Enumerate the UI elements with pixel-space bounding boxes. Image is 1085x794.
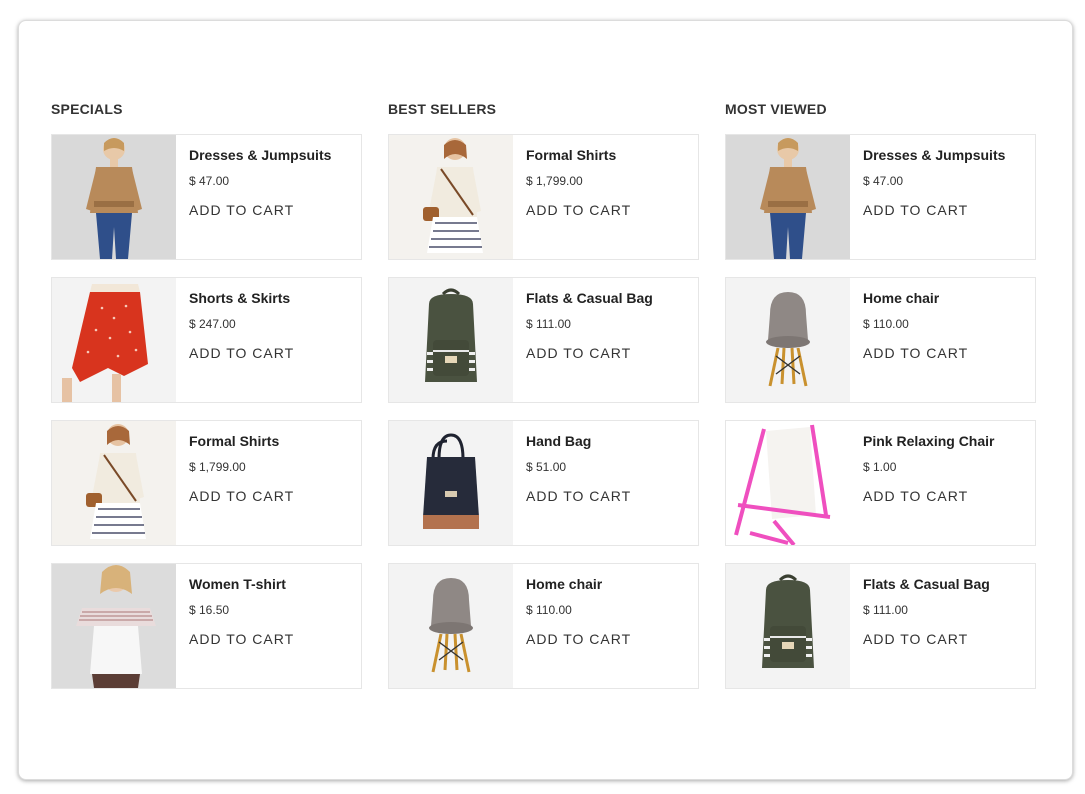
green-backpack-image <box>389 278 513 402</box>
product-price: $ 1.00 <box>863 460 897 474</box>
product-price: $ 47.00 <box>863 174 904 188</box>
product-card[interactable]: Formal Shirts $ 1,799.00 ADD TO CART <box>388 134 699 260</box>
add-to-cart-button[interactable]: ADD TO CART <box>863 202 968 218</box>
product-columns: SPECIALS Dresses & Jumpsuits $ 47.00 ADD T… <box>51 101 1036 706</box>
product-card[interactable]: Dresses & Jumpsuits $ 47.00 ADD TO CART <box>725 134 1036 260</box>
black-tote-bag-image <box>389 421 513 545</box>
product-name[interactable]: Dresses & Jumpsuits <box>189 147 331 174</box>
product-info: Home chair $ 110.00 ADD TO CART <box>850 278 968 402</box>
product-image[interactable] <box>389 564 513 688</box>
grey-chair-image <box>726 278 850 402</box>
product-card[interactable]: Home chair $ 110.00 ADD TO CART <box>388 563 699 689</box>
product-price: $ 110.00 <box>526 603 572 617</box>
add-to-cart-button[interactable]: ADD TO CART <box>189 488 294 504</box>
product-card[interactable]: Formal Shirts $ 1,799.00 ADD TO CART <box>51 420 362 546</box>
product-card[interactable]: Flats & Casual Bag $ 111.00 ADD TO CART <box>388 277 699 403</box>
product-card[interactable]: Dresses & Jumpsuits $ 47.00 ADD TO CART <box>51 134 362 260</box>
product-price: $ 111.00 <box>526 317 571 331</box>
product-column-best-sellers: BEST SELLERS Formal Shirts $ 1,799.00 ADD … <box>388 101 699 706</box>
product-info: Pink Relaxing Chair $ 1.00 ADD TO CART <box>850 421 994 545</box>
column-title: MOST VIEWED <box>725 101 827 117</box>
product-name[interactable]: Flats & Casual Bag <box>526 290 653 317</box>
product-name[interactable]: Women T-shirt <box>189 576 294 603</box>
product-name[interactable]: Shorts & Skirts <box>189 290 294 317</box>
product-name[interactable]: Home chair <box>526 576 631 603</box>
add-to-cart-button[interactable]: ADD TO CART <box>526 202 631 218</box>
column-title: SPECIALS <box>51 101 123 117</box>
product-price: $ 16.50 <box>189 603 230 617</box>
product-info: Dresses & Jumpsuits $ 47.00 ADD TO CART <box>176 135 331 259</box>
add-to-cart-button[interactable]: ADD TO CART <box>863 345 968 361</box>
add-to-cart-button[interactable]: ADD TO CART <box>526 631 631 647</box>
product-widget-panel: SPECIALS Dresses & Jumpsuits $ 47.00 ADD T… <box>18 20 1073 780</box>
add-to-cart-button[interactable]: ADD TO CART <box>863 631 968 647</box>
product-info: Dresses & Jumpsuits $ 47.00 ADD TO CART <box>850 135 1005 259</box>
product-name[interactable]: Dresses & Jumpsuits <box>863 147 1005 174</box>
add-to-cart-button[interactable]: ADD TO CART <box>189 345 294 361</box>
product-image[interactable] <box>52 421 176 545</box>
product-image[interactable] <box>726 421 850 545</box>
product-card[interactable]: Home chair $ 110.00 ADD TO CART <box>725 277 1036 403</box>
product-card[interactable]: Shorts & Skirts $ 247.00 ADD TO CART <box>51 277 362 403</box>
green-backpack-image <box>726 564 850 688</box>
product-name[interactable]: Flats & Casual Bag <box>863 576 990 603</box>
product-image[interactable] <box>389 135 513 259</box>
add-to-cart-button[interactable]: ADD TO CART <box>526 488 631 504</box>
product-price: $ 47.00 <box>189 174 230 188</box>
add-to-cart-button[interactable]: ADD TO CART <box>863 488 968 504</box>
product-info: Home chair $ 110.00 ADD TO CART <box>513 564 631 688</box>
product-card[interactable]: Flats & Casual Bag $ 111.00 ADD TO CART <box>725 563 1036 689</box>
product-image[interactable] <box>726 135 850 259</box>
product-name[interactable]: Home chair <box>863 290 968 317</box>
product-image[interactable] <box>52 278 176 402</box>
column-title: BEST SELLERS <box>388 101 497 117</box>
add-to-cart-button[interactable]: ADD TO CART <box>526 345 631 361</box>
product-info: Formal Shirts $ 1,799.00 ADD TO CART <box>513 135 631 259</box>
product-card[interactable]: Hand Bag $ 51.00 ADD TO CART <box>388 420 699 546</box>
product-image[interactable] <box>52 135 176 259</box>
red-polka-skirt-image <box>52 278 176 402</box>
product-name[interactable]: Formal Shirts <box>189 433 294 460</box>
product-price: $ 247.00 <box>189 317 236 331</box>
product-name[interactable]: Pink Relaxing Chair <box>863 433 994 460</box>
woman-striped-skirt-image <box>52 421 176 545</box>
product-image[interactable] <box>726 278 850 402</box>
product-price: $ 110.00 <box>863 317 909 331</box>
product-info: Hand Bag $ 51.00 ADD TO CART <box>513 421 631 545</box>
product-price: $ 51.00 <box>526 460 567 474</box>
product-name[interactable]: Hand Bag <box>526 433 631 460</box>
add-to-cart-button[interactable]: ADD TO CART <box>189 202 294 218</box>
product-image[interactable] <box>52 564 176 688</box>
product-image[interactable] <box>389 421 513 545</box>
woman-striped-skirt-image <box>389 135 513 259</box>
product-info: Flats & Casual Bag $ 111.00 ADD TO CART <box>513 278 653 402</box>
product-card[interactable]: Pink Relaxing Chair $ 1.00 ADD TO CART <box>725 420 1036 546</box>
product-price: $ 1,799.00 <box>189 460 246 474</box>
woman-tan-blouse-image <box>726 135 850 259</box>
product-column-most-viewed: MOST VIEWED Dresses & Jumpsuits $ 47.00 AD… <box>725 101 1036 706</box>
product-card[interactable]: Women T-shirt $ 16.50 ADD TO CART <box>51 563 362 689</box>
pink-deck-chair-image <box>726 421 850 545</box>
product-image[interactable] <box>389 278 513 402</box>
product-name[interactable]: Formal Shirts <box>526 147 631 174</box>
product-info: Women T-shirt $ 16.50 ADD TO CART <box>176 564 294 688</box>
woman-off-shoulder-top-image <box>52 564 176 688</box>
product-column-specials: SPECIALS Dresses & Jumpsuits $ 47.00 ADD T… <box>51 101 362 706</box>
product-price: $ 1,799.00 <box>526 174 583 188</box>
product-price: $ 111.00 <box>863 603 908 617</box>
grey-chair-image <box>389 564 513 688</box>
product-image[interactable] <box>726 564 850 688</box>
product-info: Flats & Casual Bag $ 111.00 ADD TO CART <box>850 564 990 688</box>
add-to-cart-button[interactable]: ADD TO CART <box>189 631 294 647</box>
product-info: Shorts & Skirts $ 247.00 ADD TO CART <box>176 278 294 402</box>
product-info: Formal Shirts $ 1,799.00 ADD TO CART <box>176 421 294 545</box>
woman-tan-blouse-image <box>52 135 176 259</box>
